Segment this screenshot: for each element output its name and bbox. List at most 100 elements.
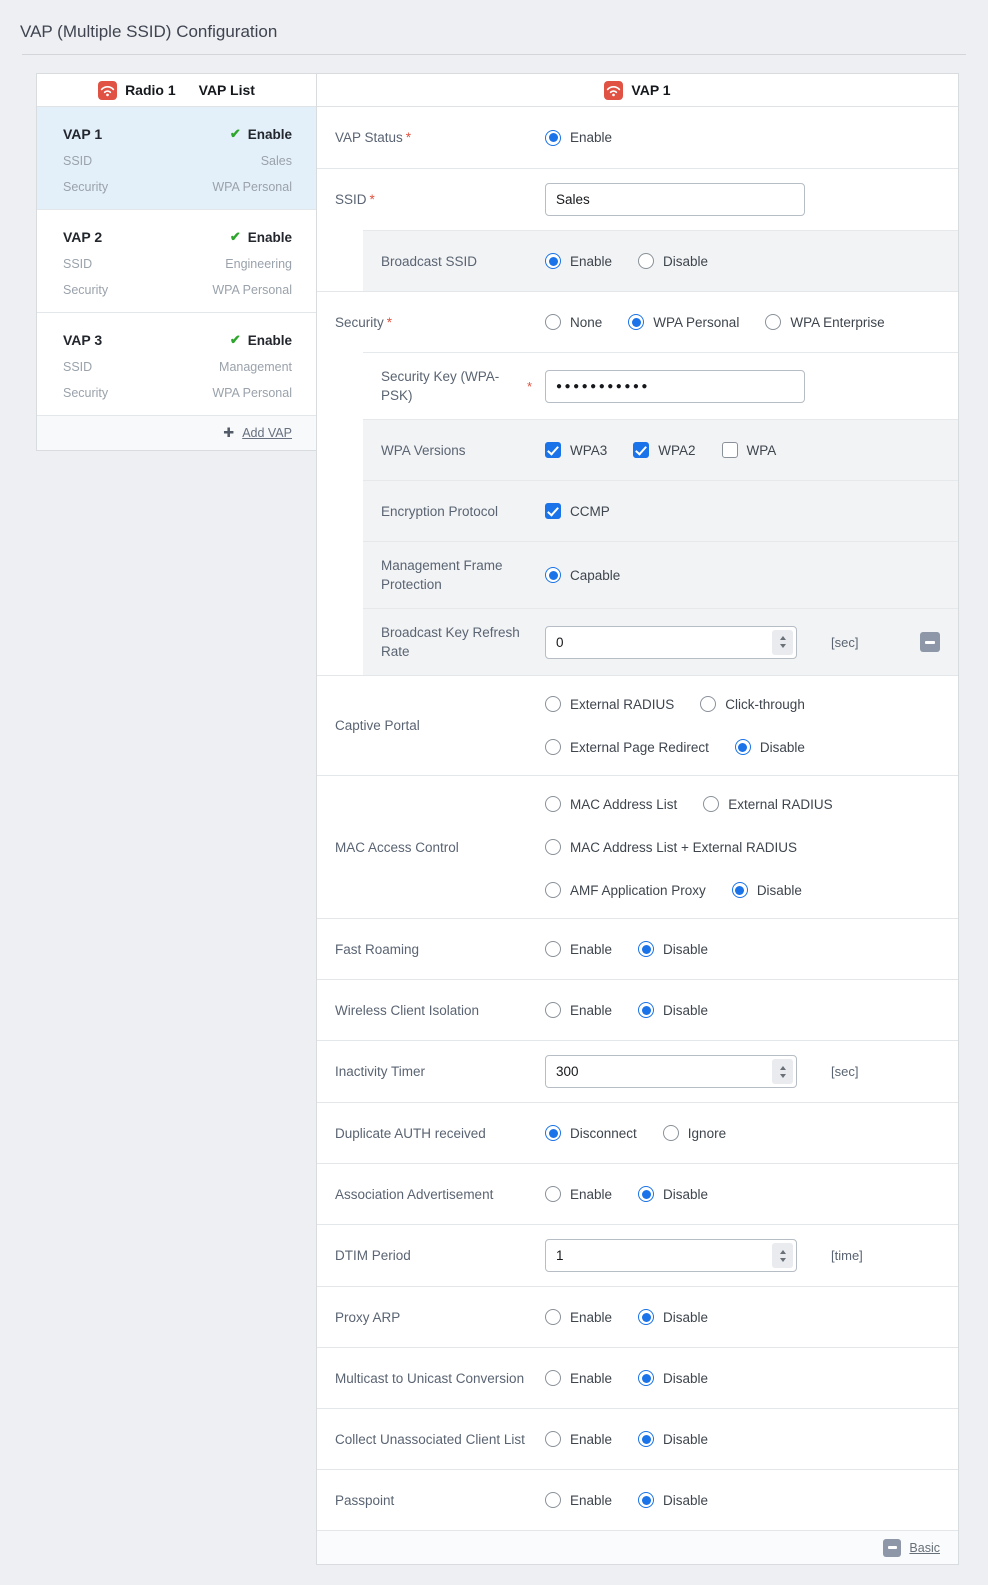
option-wpa2[interactable]: WPA2 <box>633 442 695 458</box>
option-disable[interactable]: Disable <box>735 739 805 755</box>
radio-disable[interactable] <box>638 253 654 269</box>
basic-toggle-link[interactable]: Basic <box>909 1541 940 1555</box>
radio-capable[interactable] <box>545 567 561 583</box>
checkbox-wpa2[interactable] <box>633 442 649 458</box>
dtim-period-input[interactable] <box>546 1240 764 1271</box>
option-enable[interactable]: Enable <box>545 1002 612 1018</box>
radio-disable[interactable] <box>732 882 748 898</box>
option-line: MAC Address List + External RADIUS <box>545 839 940 855</box>
radio-external-radius[interactable] <box>545 696 561 712</box>
option-enable[interactable]: Enable <box>545 1186 612 1202</box>
checkbox-ccmp[interactable] <box>545 503 561 519</box>
option-disable[interactable]: Disable <box>638 1309 708 1325</box>
option-disable[interactable]: Disable <box>732 882 802 898</box>
option-enable[interactable]: Enable <box>545 1431 612 1447</box>
option-disable[interactable]: Disable <box>638 1431 708 1447</box>
radio-disable[interactable] <box>638 1431 654 1447</box>
remove-row-button[interactable] <box>920 632 940 652</box>
option-wpa-enterprise[interactable]: WPA Enterprise <box>765 314 884 330</box>
option-enable[interactable]: Enable <box>545 941 612 957</box>
inactivity-timer-input[interactable] <box>546 1056 764 1087</box>
option-external-radius[interactable]: External RADIUS <box>703 796 832 812</box>
radio-enable[interactable] <box>545 1492 561 1508</box>
radio-none[interactable] <box>545 314 561 330</box>
spinner-buttons[interactable] <box>772 1243 793 1268</box>
spinner-down-button[interactable] <box>780 1074 786 1078</box>
vap-list-item-vap-3[interactable]: VAP 3✔EnableSSIDManagementSecurityWPA Pe… <box>37 313 316 416</box>
option-disable[interactable]: Disable <box>638 941 708 957</box>
radio-ignore[interactable] <box>663 1125 679 1141</box>
spinner-up-button[interactable] <box>780 636 786 640</box>
spinner-down-button[interactable] <box>780 1258 786 1262</box>
radio-enable[interactable] <box>545 1002 561 1018</box>
option-none[interactable]: None <box>545 314 602 330</box>
option-external-page-redirect[interactable]: External Page Redirect <box>545 739 709 755</box>
option-disconnect[interactable]: Disconnect <box>545 1125 637 1141</box>
radio-disable[interactable] <box>638 1186 654 1202</box>
option-ignore[interactable]: Ignore <box>663 1125 726 1141</box>
add-vap-button[interactable]: Add VAP <box>242 426 292 440</box>
radio-wpa-enterprise[interactable] <box>765 314 781 330</box>
radio-external-page-redirect[interactable] <box>545 739 561 755</box>
option-enable[interactable]: Enable <box>545 1370 612 1386</box>
option-line: Enable Disable <box>545 1002 940 1018</box>
radio-external-radius[interactable] <box>703 796 719 812</box>
radio-enable[interactable] <box>545 253 561 269</box>
spinner-buttons[interactable] <box>772 1059 793 1084</box>
security-key-wpa-psk-input[interactable] <box>545 370 805 403</box>
radio-enable[interactable] <box>545 1186 561 1202</box>
option-wpa3[interactable]: WPA3 <box>545 442 607 458</box>
radio-disable[interactable] <box>735 739 751 755</box>
ssid-input[interactable] <box>545 183 805 216</box>
radio-enable[interactable] <box>545 1431 561 1447</box>
option-label: Enable <box>570 942 612 957</box>
option-disable[interactable]: Disable <box>638 1186 708 1202</box>
option-click-through[interactable]: Click-through <box>700 696 805 712</box>
option-disable[interactable]: Disable <box>638 1002 708 1018</box>
radio-enable[interactable] <box>545 1309 561 1325</box>
row-label: Captive Portal <box>335 716 545 735</box>
option-disable[interactable]: Disable <box>638 253 708 269</box>
radio-disable[interactable] <box>638 1002 654 1018</box>
spinner-buttons[interactable] <box>772 630 793 655</box>
radio-disable[interactable] <box>638 1370 654 1386</box>
collapse-minus-icon[interactable] <box>883 1539 901 1557</box>
option-disable[interactable]: Disable <box>638 1492 708 1508</box>
option-wpa[interactable]: WPA <box>722 442 777 458</box>
option-disable[interactable]: Disable <box>638 1370 708 1386</box>
option-capable[interactable]: Capable <box>545 567 620 583</box>
option-enable[interactable]: Enable <box>545 1492 612 1508</box>
radio-disconnect[interactable] <box>545 1125 561 1141</box>
radio-enable[interactable] <box>545 1370 561 1386</box>
checkbox-wpa[interactable] <box>722 442 738 458</box>
option-mac-address-list-external-radius[interactable]: MAC Address List + External RADIUS <box>545 839 797 855</box>
option-label: WPA Personal <box>653 315 739 330</box>
spinner-up-button[interactable] <box>780 1250 786 1254</box>
radio-mac-address-list[interactable] <box>545 796 561 812</box>
radio-click-through[interactable] <box>700 696 716 712</box>
radio-mac-address-list-external-radius[interactable] <box>545 839 561 855</box>
row-label-text: Encryption Protocol <box>381 504 498 519</box>
spinner-down-button[interactable] <box>780 644 786 648</box>
radio-disable[interactable] <box>638 941 654 957</box>
option-enable[interactable]: Enable <box>545 1309 612 1325</box>
option-enable[interactable]: Enable <box>545 130 612 146</box>
spinner-up-button[interactable] <box>780 1066 786 1070</box>
vap-list-item-vap-2[interactable]: VAP 2✔EnableSSIDEngineeringSecurityWPA P… <box>37 210 316 313</box>
option-external-radius[interactable]: External RADIUS <box>545 696 674 712</box>
radio-wpa-personal[interactable] <box>628 314 644 330</box>
radio-disable[interactable] <box>638 1309 654 1325</box>
option-mac-address-list[interactable]: MAC Address List <box>545 796 677 812</box>
option-ccmp[interactable]: CCMP <box>545 503 610 519</box>
checkbox-wpa3[interactable] <box>545 442 561 458</box>
option-enable[interactable]: Enable <box>545 253 612 269</box>
radio-amf-application-proxy[interactable] <box>545 882 561 898</box>
broadcast-key-refresh-rate-input[interactable] <box>546 627 764 658</box>
vap-list-item-vap-1[interactable]: VAP 1✔EnableSSIDSalesSecurityWPA Persona… <box>37 107 316 210</box>
option-wpa-personal[interactable]: WPA Personal <box>628 314 739 330</box>
radio-enable[interactable] <box>545 941 561 957</box>
option-amf-application-proxy[interactable]: AMF Application Proxy <box>545 882 706 898</box>
row-label: Association Advertisement <box>335 1185 545 1204</box>
radio-disable[interactable] <box>638 1492 654 1508</box>
radio-enable[interactable] <box>545 130 561 146</box>
